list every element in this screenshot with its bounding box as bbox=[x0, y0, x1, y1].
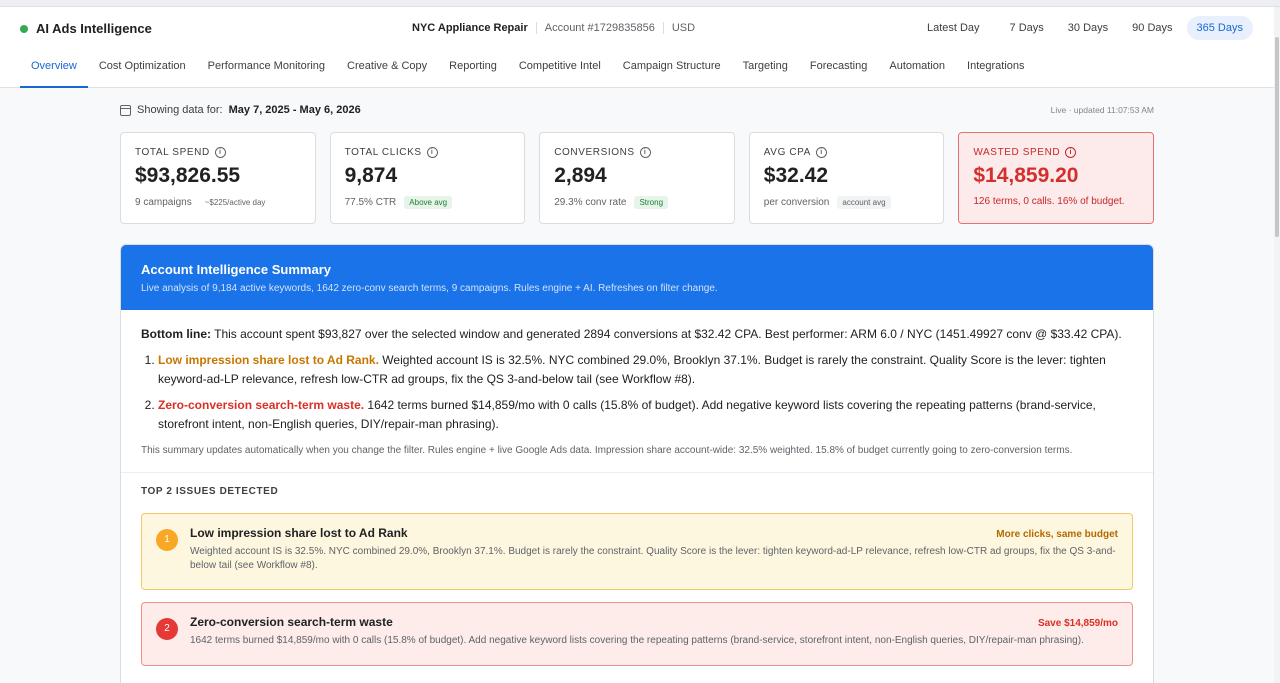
finding-item: Zero-conversion search-term waste. 1642 … bbox=[158, 396, 1133, 435]
kpi-value: 2,894 bbox=[554, 164, 607, 187]
kpi-subtext: 77.5% CTR bbox=[344, 197, 397, 208]
date-range-prefix: Showing data for: bbox=[137, 104, 223, 116]
kpi-badge: Strong bbox=[634, 196, 669, 209]
kpi-label: TOTAL CLICKS bbox=[344, 147, 422, 158]
tab-forecasting[interactable]: Forecasting bbox=[799, 56, 878, 88]
info-icon[interactable]: i bbox=[214, 147, 226, 158]
kpi-value: $93,826.55 bbox=[135, 164, 241, 187]
kpi-card-wasted-spend: WASTED SPEND i $14,859.20 126 terms, 0 ca… bbox=[958, 132, 1154, 224]
issue-card[interactable]: 2 Zero-conversion search-term waste Save… bbox=[141, 601, 1133, 666]
live-status: Live · updated 11:07:53 AM bbox=[1050, 105, 1154, 115]
issue-title: Zero-conversion search-term waste bbox=[190, 614, 393, 629]
tab-campaign-structure[interactable]: Campaign Structure bbox=[612, 56, 732, 88]
currency: USD bbox=[671, 22, 696, 34]
range-7-days[interactable]: 7 Days bbox=[1000, 16, 1054, 40]
account-id: Account #1729835856 bbox=[544, 22, 655, 34]
summary-update-note: This summary updates automatically when … bbox=[141, 444, 1073, 456]
info-icon[interactable]: i bbox=[815, 147, 827, 158]
kpi-label: WASTED SPEND bbox=[973, 147, 1061, 158]
info-icon[interactable]: i bbox=[639, 147, 651, 158]
bottom-line-label: Bottom line: bbox=[141, 327, 211, 341]
date-range-row: Showing data for: May 7, 2025 - May 6, 2… bbox=[120, 104, 1154, 116]
kpi-label: AVG CPA bbox=[763, 147, 811, 158]
finding-title: Zero-conversion search-term waste. bbox=[158, 397, 365, 412]
tab-targeting[interactable]: Targeting bbox=[732, 56, 799, 88]
browser-top-strip bbox=[0, 0, 1280, 7]
app-name: AI Ads Intelligence bbox=[36, 21, 152, 36]
kpi-badge: account avg bbox=[837, 196, 891, 209]
kpi-subtext: 9 campaigns bbox=[135, 197, 192, 208]
issue-description: Weighted account IS is 32.5%. NYC combin… bbox=[190, 545, 1116, 571]
issue-title: Low impression share lost to Ad Rank bbox=[190, 525, 408, 540]
issues-section: TOP 2 ISSUES DETECTED 1 Low impression s… bbox=[121, 471, 1153, 666]
kpi-value: 9,874 bbox=[344, 164, 398, 187]
account-info: NYC Appliance Repair Account #1729835856… bbox=[412, 22, 695, 34]
intelligence-summary-card: Account Intelligence Summary Live analys… bbox=[120, 244, 1154, 683]
tab-automation[interactable]: Automation bbox=[878, 56, 956, 88]
summary-header: Account Intelligence Summary Live analys… bbox=[121, 245, 1153, 310]
issue-number-badge: 1 bbox=[156, 528, 178, 551]
tab-competitive-intel[interactable]: Competitive Intel bbox=[508, 56, 612, 88]
summary-body: Bottom line: This account spent $93,827 … bbox=[121, 310, 1153, 458]
kpi-value: $14,859.20 bbox=[973, 164, 1079, 187]
date-range-value: May 7, 2025 - May 6, 2026 bbox=[228, 104, 361, 116]
issue-card[interactable]: 1 Low impression share lost to Ad Rank M… bbox=[141, 512, 1133, 590]
main-tabs: Overview Cost Optimization Performance M… bbox=[20, 56, 1036, 88]
page-scrollbar[interactable] bbox=[1274, 7, 1280, 683]
kpi-card-total-spend: TOTAL SPEND i $93,826.55 9 campaigns ~$225… bbox=[120, 132, 316, 224]
kpi-subtext: 29.3% conv rate bbox=[554, 197, 627, 208]
kpi-card-conversions: CONVERSIONS i 2,894 29.3% conv rate Strong bbox=[539, 132, 735, 224]
range-latest-day[interactable]: Latest Day bbox=[917, 16, 990, 40]
kpi-subtext: 126 terms, 0 calls. 16% of budget. bbox=[973, 196, 1125, 207]
tab-creative-copy[interactable]: Creative & Copy bbox=[336, 56, 438, 88]
kpi-badge: ~$225/active day bbox=[204, 198, 266, 207]
divider bbox=[535, 22, 537, 34]
divider bbox=[662, 22, 664, 34]
calendar-icon bbox=[120, 104, 131, 116]
status-dot-icon bbox=[20, 24, 28, 33]
app-brand: AI Ads Intelligence bbox=[20, 21, 152, 36]
tab-overview[interactable]: Overview bbox=[20, 56, 88, 88]
tab-performance-monitoring[interactable]: Performance Monitoring bbox=[197, 56, 336, 88]
summary-description: Live analysis of 9,184 active keywords, … bbox=[141, 283, 718, 294]
tab-cost-optimization[interactable]: Cost Optimization bbox=[88, 56, 197, 88]
top-bar: AI Ads Intelligence NYC Appliance Repair… bbox=[0, 0, 1280, 88]
range-30-days[interactable]: 30 Days bbox=[1058, 16, 1118, 40]
kpi-subtext: per conversion bbox=[763, 197, 830, 208]
issues-heading: TOP 2 ISSUES DETECTED bbox=[141, 485, 279, 497]
range-365-days[interactable]: 365 Days bbox=[1186, 16, 1253, 40]
kpi-cards: TOTAL SPEND i $93,826.55 9 campaigns ~$225… bbox=[120, 132, 1154, 224]
kpi-label: CONVERSIONS bbox=[554, 147, 635, 158]
scrollbar-thumb[interactable] bbox=[1275, 37, 1279, 237]
finding-item: Low impression share lost to Ad Rank. We… bbox=[158, 351, 1133, 390]
finding-title: Low impression share lost to Ad Rank. bbox=[158, 352, 379, 367]
issue-number-badge: 2 bbox=[156, 617, 178, 640]
range-90-days[interactable]: 90 Days bbox=[1122, 16, 1182, 40]
kpi-card-total-clicks: TOTAL CLICKS i 9,874 77.5% CTR Above avg bbox=[329, 132, 526, 224]
tab-reporting[interactable]: Reporting bbox=[438, 56, 508, 88]
findings-list: Low impression share lost to Ad Rank. We… bbox=[141, 351, 1133, 435]
date-range-selector: Latest Day 7 Days 30 Days 90 Days 365 Da… bbox=[917, 16, 1253, 40]
kpi-value: $32.42 bbox=[763, 164, 829, 187]
summary-title: Account Intelligence Summary bbox=[141, 262, 331, 277]
date-range-info: Showing data for: May 7, 2025 - May 6, 2… bbox=[120, 104, 361, 116]
kpi-label: TOTAL SPEND bbox=[135, 147, 210, 158]
issue-impact-tag: More clicks, same budget bbox=[996, 528, 1118, 540]
kpi-card-avg-cpa: AVG CPA i $32.42 per conversion account av… bbox=[748, 132, 945, 224]
issue-impact-tag: Save $14,859/mo bbox=[1037, 617, 1118, 629]
bottom-line: Bottom line: This account spent $93,827 … bbox=[141, 325, 1133, 345]
info-icon[interactable]: i bbox=[1065, 147, 1077, 158]
issue-description: 1642 terms burned $14,859/mo with 0 call… bbox=[190, 634, 1084, 646]
bottom-line-text: This account spent $93,827 over the sele… bbox=[214, 327, 1122, 341]
info-icon[interactable]: i bbox=[426, 147, 438, 158]
kpi-badge: Above avg bbox=[404, 196, 453, 209]
client-name: NYC Appliance Repair bbox=[412, 22, 528, 34]
tab-integrations[interactable]: Integrations bbox=[956, 56, 1035, 88]
